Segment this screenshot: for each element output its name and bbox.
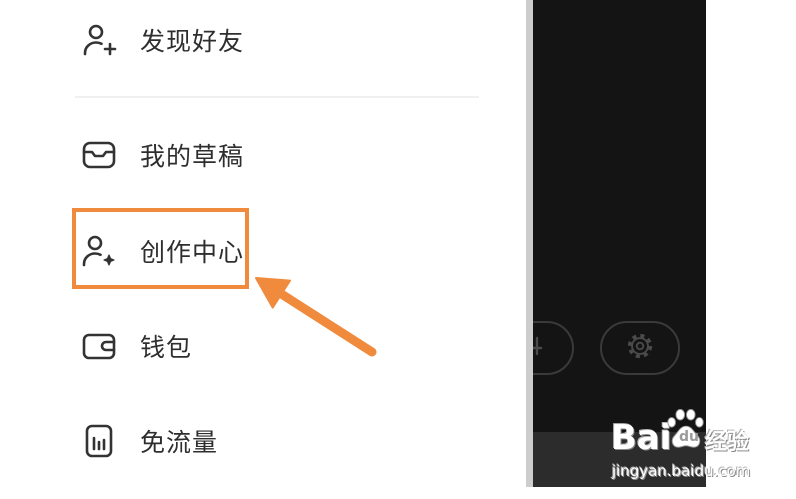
menu-divider <box>75 96 479 98</box>
partial-button[interactable] <box>533 321 574 375</box>
menu-item-label: 钱包 <box>140 333 193 362</box>
menu-item-free-data[interactable]: 免流量 <box>80 416 440 466</box>
drafts-inbox-icon <box>80 136 118 174</box>
menu-item-label: 发现好友 <box>140 27 245 56</box>
gear-icon <box>625 331 655 365</box>
watermark-brand-paw: du <box>679 429 699 445</box>
wallet-icon <box>80 327 118 365</box>
watermark-brand-right: 经验 <box>705 430 750 455</box>
menu-item-wallet[interactable]: 钱包 <box>80 321 440 371</box>
menu-item-label: 我的草稿 <box>140 142 245 171</box>
partial-icon <box>533 333 547 363</box>
menu-item-label: 免流量 <box>140 428 219 457</box>
watermark-url: jingyan.baidu.com <box>612 462 751 480</box>
watermark-brand-left: Bai <box>611 418 672 458</box>
menu-item-label: 创作中心 <box>140 238 245 267</box>
panel-edge <box>526 0 533 487</box>
menu-item-find-friends[interactable]: 发现好友 <box>80 15 440 65</box>
free-data-icon <box>80 422 118 460</box>
menu-item-creator-center[interactable]: 创作中心 <box>80 226 440 276</box>
menu-item-drafts[interactable]: 我的草稿 <box>80 130 440 180</box>
person-plus-icon <box>80 21 118 59</box>
creator-center-icon <box>80 232 118 270</box>
settings-button[interactable] <box>600 321 680 375</box>
